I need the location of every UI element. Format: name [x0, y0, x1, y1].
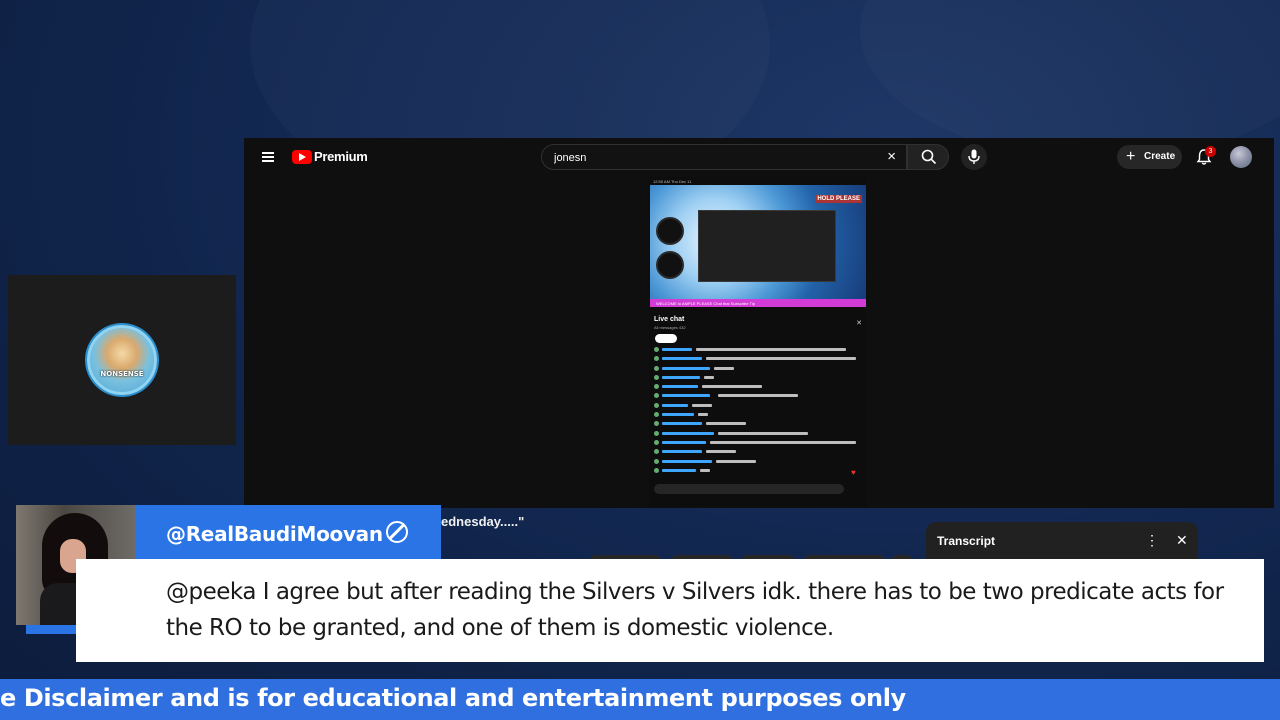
mic-icon: [968, 149, 980, 164]
chat-message: [654, 439, 862, 447]
video-title: ednesday.....": [441, 514, 525, 529]
ban-icon: [386, 521, 408, 543]
heart-icon[interactable]: ♥: [851, 468, 860, 477]
vinyl-disc-graphic: [656, 217, 684, 245]
live-chat-input[interactable]: [654, 484, 844, 494]
more-options-icon[interactable]: ⋮: [1145, 532, 1159, 549]
create-label: Create: [1144, 151, 1176, 162]
search-button[interactable]: [907, 144, 949, 170]
search-input[interactable]: [554, 149, 874, 167]
stream-preview: HOLD PLEASE: [650, 185, 866, 307]
video-player[interactable]: 12:55 AM Thu Dec 11 HOLD PLEASE WELCOME …: [649, 177, 867, 507]
disclaimer-ticker-text: e Disclaimer and is for educational and …: [0, 684, 906, 712]
create-button[interactable]: + Create: [1117, 145, 1182, 169]
chat-message: [654, 420, 862, 428]
live-chat-close-icon[interactable]: ✕: [856, 319, 862, 327]
comment-message-text: @peeka I agree but after reading the Sil…: [166, 579, 1224, 641]
live-chat-pinned-pill[interactable]: [655, 334, 677, 343]
chat-message: [654, 392, 862, 400]
transcript-panel: Transcript ⋮ ✕: [926, 522, 1198, 562]
stream-embedded-window: [698, 210, 836, 282]
plus-icon: +: [1126, 148, 1136, 165]
account-avatar[interactable]: [1230, 146, 1252, 168]
transcript-title: Transcript: [937, 534, 996, 548]
youtube-premium-label[interactable]: Premium: [314, 149, 368, 164]
comment-message-box: @peeka I agree but after reading the Sil…: [76, 559, 1264, 662]
voice-search-button[interactable]: [961, 144, 987, 170]
channel-avatar-lettering: NONSENSE: [100, 370, 144, 378]
hold-please-badge: HOLD PLEASE: [815, 195, 862, 203]
chat-message: [654, 411, 862, 419]
chat-message: [654, 458, 862, 466]
chat-message: [654, 365, 862, 373]
youtube-topbar: Premium × + Create 3: [244, 138, 1274, 176]
background-shape: [860, 0, 1280, 160]
chat-message: [654, 355, 862, 363]
search-box[interactable]: ×: [541, 144, 907, 170]
live-chat-filter[interactable]: All messages 432: [654, 325, 686, 330]
live-chat-title: Live chat: [654, 316, 685, 323]
chat-message: [654, 346, 862, 354]
live-chat-messages: [654, 346, 862, 476]
channel-avatar-logo: NONSENSE: [87, 325, 157, 395]
chat-message: [654, 402, 862, 410]
chat-message: [654, 374, 862, 382]
search-icon: [921, 149, 937, 165]
device-status-bar: 12:55 AM Thu Dec 11: [653, 179, 692, 184]
chat-message: [654, 430, 862, 438]
comment-author-name: @RealBaudiMoovan: [166, 522, 383, 546]
chat-message: [654, 383, 862, 391]
comment-author-tab: @RealBaudiMoovan: [136, 505, 441, 559]
menu-icon[interactable]: [262, 152, 274, 162]
disclaimer-ticker: e Disclaimer and is for educational and …: [0, 679, 1280, 720]
search-clear-icon[interactable]: ×: [887, 148, 896, 166]
stream-ticker: WELCOME to AMPLE PLEASE Chat that Subscr…: [650, 299, 866, 307]
chat-message: [654, 448, 862, 456]
close-icon[interactable]: ✕: [1176, 532, 1188, 549]
notification-count-badge: 3: [1205, 146, 1216, 157]
chat-message: [654, 467, 862, 475]
youtube-logo-icon[interactable]: [292, 150, 312, 164]
vinyl-disc-graphic: [656, 251, 684, 279]
